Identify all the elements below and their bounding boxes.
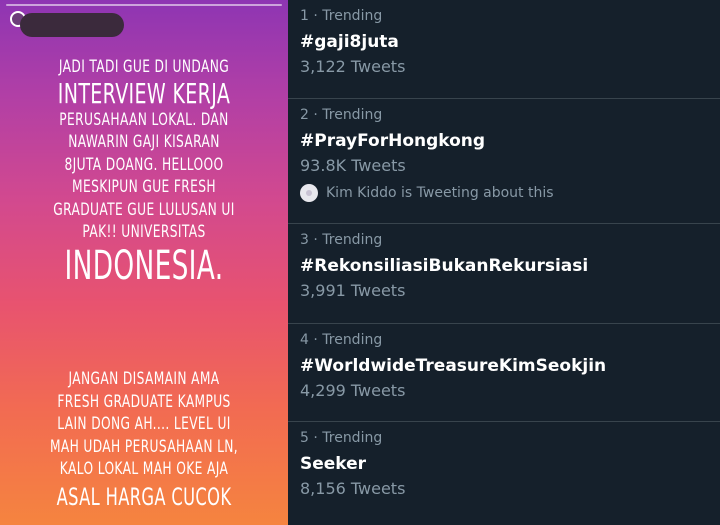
story-line: GRADUATE GUE LULUSAN UI bbox=[53, 199, 235, 220]
trend-meta: 2 · Trending bbox=[300, 107, 383, 123]
story-line: INDONESIA. bbox=[64, 242, 224, 289]
trend-tweet-count: 8,156 Tweets bbox=[300, 479, 406, 498]
screenshot-collage: JADI TADI GUE DI UNDANG INTERVIEW KERJA … bbox=[0, 0, 720, 525]
trend-item-4[interactable]: 4 · Trending #WorldwideTreasureKimSeokji… bbox=[288, 324, 720, 422]
story-panel[interactable]: JADI TADI GUE DI UNDANG INTERVIEW KERJA … bbox=[0, 0, 288, 525]
trend-item-3[interactable]: 3 · Trending #RekonsiliasiBukanRekursias… bbox=[288, 224, 720, 324]
story-line: LAIN DONG AH.... LEVEL UI bbox=[57, 414, 231, 434]
trend-name[interactable]: #gaji8juta bbox=[300, 31, 720, 53]
story-progress-bar bbox=[6, 4, 282, 6]
user-avatar-icon bbox=[300, 184, 318, 202]
story-paragraph-1: JADI TADI GUE DI UNDANG INTERVIEW KERJA … bbox=[0, 56, 288, 289]
redacted-username bbox=[20, 13, 124, 37]
trend-name[interactable]: #PrayForHongkong bbox=[300, 130, 720, 152]
story-line: MESKIPUN GUE FRESH bbox=[72, 177, 216, 197]
trend-item-2[interactable]: 2 · Trending #PrayForHongkong 93.8K Twee… bbox=[288, 99, 720, 224]
trend-meta: 4 · Trending bbox=[300, 332, 383, 348]
story-line: INTERVIEW KERJA bbox=[57, 76, 231, 110]
trend-name[interactable]: Seeker bbox=[300, 453, 720, 475]
trend-name[interactable]: #WorldwideTreasureKimSeokjin bbox=[300, 355, 720, 377]
story-line: NAWARIN GAJI KISARAN bbox=[68, 132, 220, 152]
story-line: PAK!! UNIVERSITAS bbox=[82, 222, 206, 242]
story-line: JANGAN DISAMAIN AMA bbox=[68, 369, 220, 389]
trend-item-1[interactable]: 1 · Trending #gaji8juta 3,122 Tweets bbox=[288, 0, 720, 99]
story-line: PERUSAHAAN LOKAL. DAN bbox=[59, 109, 229, 130]
trend-tweet-count: 3,991 Tweets bbox=[300, 281, 406, 300]
story-line: FRESH GRADUATE KAMPUS bbox=[57, 391, 231, 412]
story-line: KALO LOKAL MAH OKE AJA bbox=[59, 459, 229, 479]
story-paragraph-2: JANGAN DISAMAIN AMA FRESH GRADUATE KAMPU… bbox=[0, 368, 288, 513]
trend-name[interactable]: #RekonsiliasiBukanRekursiasi bbox=[300, 255, 720, 277]
trend-tweet-count: 3,122 Tweets bbox=[300, 57, 406, 76]
trend-context-text: Kim Kiddo is Tweeting about this bbox=[326, 185, 554, 201]
trending-list: 1 · Trending #gaji8juta 3,122 Tweets 2 ·… bbox=[288, 0, 720, 525]
trend-meta: 5 · Trending bbox=[300, 430, 383, 446]
trend-context[interactable]: Kim Kiddo is Tweeting about this bbox=[300, 184, 720, 202]
trend-meta: 3 · Trending bbox=[300, 232, 383, 248]
trend-item-5[interactable]: 5 · Trending Seeker 8,156 Tweets bbox=[288, 422, 720, 525]
story-line: JADI TADI GUE DI UNDANG bbox=[58, 57, 230, 77]
story-line: ASAL HARGA CUCOK bbox=[56, 482, 232, 511]
trend-tweet-count: 4,299 Tweets bbox=[300, 381, 406, 400]
story-line: MAH UDAH PERUSAHAAN LN, bbox=[49, 436, 239, 457]
trend-tweet-count: 93.8K Tweets bbox=[300, 156, 406, 175]
trend-meta: 1 · Trending bbox=[300, 8, 383, 24]
story-line: 8JUTA DOANG. HELLOOO bbox=[64, 154, 224, 175]
